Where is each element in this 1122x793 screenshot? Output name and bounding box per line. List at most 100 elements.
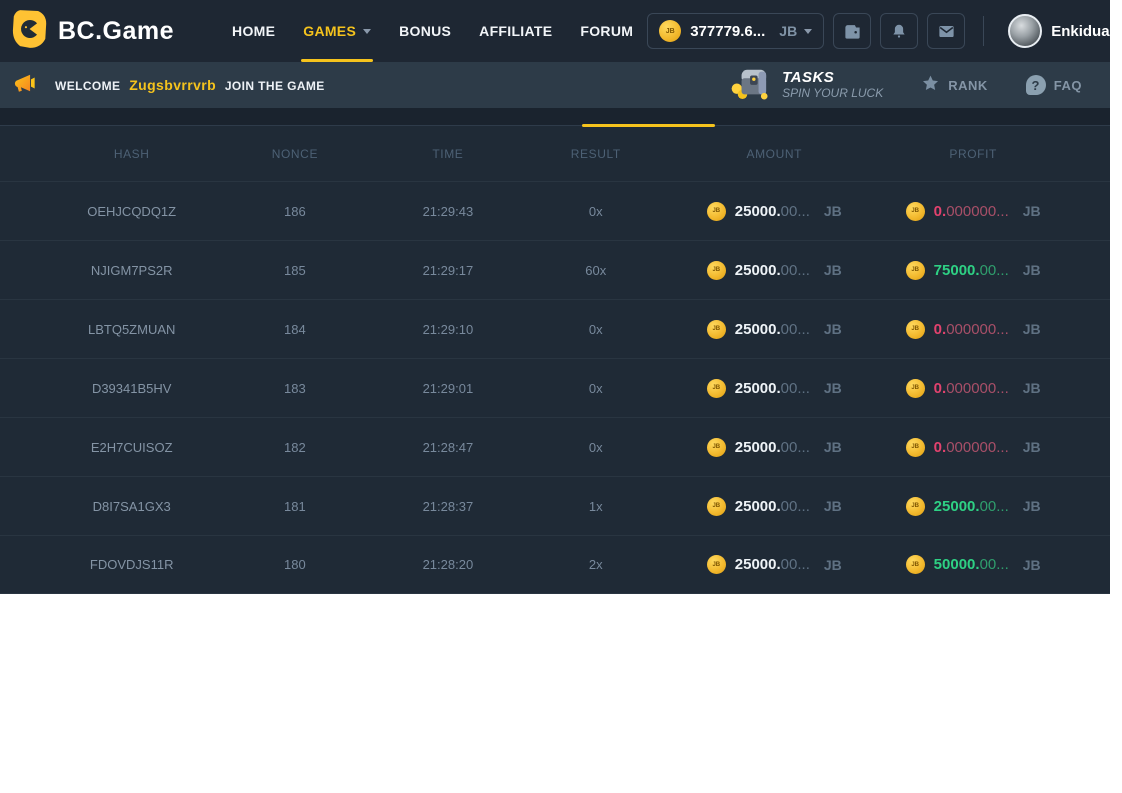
jb-coin-icon: JB [707,202,726,221]
cell-amount: JB 25000.00... JB [667,202,881,221]
announcement-bar: WELCOME Zugsbvrrvrb JOIN THE GAME [0,62,1110,108]
table-row[interactable]: E2H7CUISOZ 182 21:28:47 0x JB 25000.00..… [0,417,1110,476]
cell-time: 21:29:01 [371,381,524,396]
notifications-button[interactable] [880,13,918,49]
currency-unit: JB [1023,557,1041,573]
user-menu[interactable]: Enkidua [1002,14,1110,48]
faq-label: FAQ [1054,78,1082,93]
cell-hash: LBTQ5ZMUAN [45,322,218,337]
cell-nonce: 186 [218,204,371,219]
top-navbar: BC.Game HOME GAMES BONUS AFFILIATE FORUM… [0,0,1110,62]
brand-logo[interactable]: BC.Game [12,9,174,54]
content-spacer [0,108,1110,125]
currency-unit: JB [824,262,842,278]
table-row[interactable]: NJIGM7PS2R 185 21:29:17 60x JB 25000.00.… [0,240,1110,299]
treasure-chest-icon [730,66,772,105]
faq-link[interactable]: ? FAQ [1026,75,1082,95]
brand-name: BC.Game [58,17,174,46]
nav-item-bonus[interactable]: BONUS [385,0,465,62]
jb-coin-icon: JB [906,497,925,516]
nav-item-games[interactable]: GAMES [289,0,385,62]
welcome-prefix: WELCOME [55,79,120,93]
tasks-subtitle: SPIN YOUR LUCK [782,87,883,101]
amount-value: 25000.00... [735,439,810,456]
jb-coin-icon: JB [707,555,726,574]
column-header-hash: HASH [45,147,218,161]
megaphone-icon [14,72,37,99]
cell-nonce: 183 [218,381,371,396]
cell-nonce: 185 [218,263,371,278]
jb-coin-icon: JB [906,320,925,339]
currency-dropdown[interactable]: JB [765,23,812,39]
rank-link[interactable]: RANK [921,74,988,96]
messages-button[interactable] [927,13,965,49]
cell-nonce: 184 [218,322,371,337]
tasks-link[interactable]: TASKS SPIN YOUR LUCK [730,66,883,105]
chevron-down-icon [804,29,812,34]
cell-nonce: 180 [218,557,371,572]
amount-value: 25000.00... [735,380,810,397]
column-header-result: RESULT [524,147,667,161]
column-header-amount: AMOUNT [667,147,881,161]
cell-amount: JB 25000.00... JB [667,438,881,457]
announcement-bar-right: TASKS SPIN YOUR LUCK RANK ? FAQ [730,66,1096,105]
wallet-button[interactable] [833,13,871,49]
table-row[interactable]: OEHJCQDQ1Z 186 21:29:43 0x JB 25000.00..… [0,181,1110,240]
jb-coin-icon: JB [906,438,925,457]
column-header-nonce: NONCE [218,147,371,161]
star-icon [921,74,940,96]
currency-unit: JB [1023,203,1041,219]
nav-item-forum[interactable]: FORUM [566,0,647,62]
cell-hash: D8I7SA1GX3 [45,499,218,514]
table-row[interactable]: D39341B5HV 183 21:29:01 0x JB 25000.00..… [0,358,1110,417]
column-header-profit: PROFIT [881,147,1065,161]
jb-coin-icon: JB [707,320,726,339]
cell-time: 21:29:43 [371,204,524,219]
avatar [1008,14,1042,48]
profit-value: 0.000000... [934,321,1009,338]
currency-unit: JB [824,380,842,396]
cell-time: 21:28:37 [371,499,524,514]
cell-amount: JB 25000.00... JB [667,320,881,339]
tasks-title: TASKS [782,69,883,86]
bell-icon [890,22,908,41]
table-row[interactable]: LBTQ5ZMUAN 184 21:29:10 0x JB 25000.00..… [0,299,1110,358]
cell-hash: FDOVDJS11R [45,557,218,572]
cell-profit: JB 0.000000... JB [881,320,1065,339]
amount-value: 25000.00... [735,556,810,573]
table-row[interactable]: FDOVDJS11R 180 21:28:20 2x JB 25000.00..… [0,535,1110,594]
currency-unit: JB [1023,498,1041,514]
cell-nonce: 181 [218,499,371,514]
amount-value: 25000.00... [735,498,810,515]
welcome-message: WELCOME Zugsbvrrvrb JOIN THE GAME [55,77,325,93]
profit-value: 75000.00... [934,262,1009,279]
balance-selector[interactable]: JB 377779.6... JB [647,13,824,49]
currency-unit: JB [1023,439,1041,455]
profit-value: 0.000000... [934,380,1009,397]
jb-coin-icon: JB [906,202,925,221]
nav-item-home[interactable]: HOME [218,0,289,62]
column-header-time: TIME [371,147,524,161]
main-nav: HOME GAMES BONUS AFFILIATE FORUM [218,0,647,62]
cell-time: 21:29:10 [371,322,524,337]
chevron-down-icon [363,29,371,34]
welcome-suffix: JOIN THE GAME [225,79,325,93]
cell-amount: JB 25000.00... JB [667,379,881,398]
table-header-row: HASH NONCE TIME RESULT AMOUNT PROFIT [0,126,1110,181]
jb-coin-icon: JB [707,379,726,398]
bc-game-logo-icon [12,9,48,54]
nav-item-affiliate[interactable]: AFFILIATE [465,0,566,62]
cell-result: 1x [524,499,667,514]
cell-amount: JB 25000.00... JB [667,261,881,280]
cell-nonce: 182 [218,440,371,455]
table-row[interactable]: D8I7SA1GX3 181 21:28:37 1x JB 25000.00..… [0,476,1110,535]
rank-label: RANK [948,78,988,93]
tasks-text: TASKS SPIN YOUR LUCK [782,69,883,100]
welcome-username: Zugsbvrrvrb [129,77,216,93]
currency-unit: JB [824,321,842,337]
navbar-divider [983,16,984,46]
cell-profit: JB 75000.00... JB [881,261,1065,280]
jb-coin-icon: JB [906,261,925,280]
cell-result: 0x [524,381,667,396]
balance-value: 377779.6... [690,23,765,40]
